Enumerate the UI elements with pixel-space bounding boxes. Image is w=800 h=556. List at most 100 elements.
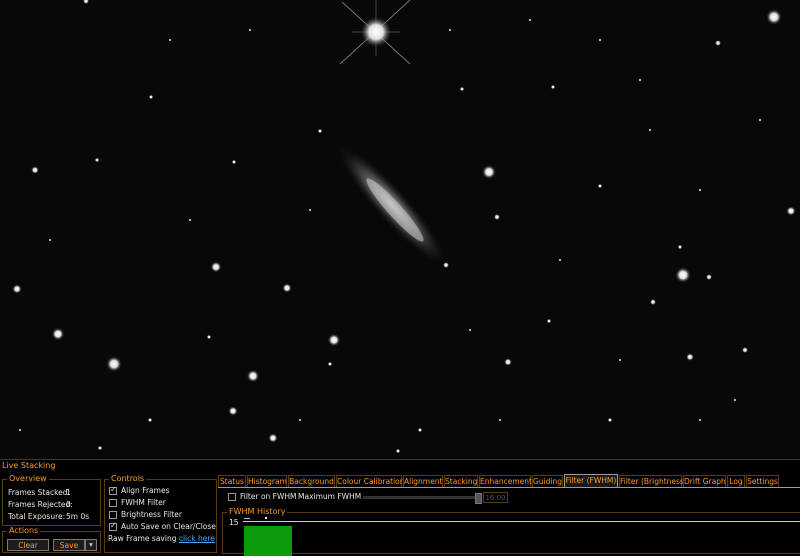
frames-stacked-label: Frames Stacked: (8, 488, 71, 497)
filter-on-fwhm-checkbox[interactable] (228, 493, 236, 501)
star (550, 84, 556, 90)
star (94, 157, 100, 163)
save-dropdown-button[interactable]: ▾ (85, 539, 97, 551)
actions-group: Actions Clear Save ▾ (2, 526, 101, 553)
star (147, 417, 153, 423)
star (686, 353, 694, 361)
star (308, 208, 312, 212)
align-frames-label: Align Frames (121, 486, 170, 495)
star (741, 346, 749, 354)
star (148, 94, 154, 100)
star (698, 418, 702, 422)
save-button[interactable]: Save (53, 539, 85, 551)
frames-rejected-value: 0 (66, 500, 71, 509)
star (675, 267, 691, 283)
star (12, 284, 22, 294)
star (786, 206, 796, 216)
star (758, 118, 762, 122)
star (395, 448, 401, 454)
star (607, 417, 613, 423)
star (248, 28, 252, 32)
star (31, 166, 39, 174)
star-field (12, 0, 796, 454)
frames-rejected-row: Frames Rejected: 0 (8, 500, 73, 509)
star (528, 18, 532, 22)
filter-on-fwhm-label: Filter on FWHM (240, 492, 297, 501)
frames-stacked-row: Frames Stacked: 1 (8, 488, 71, 497)
star (598, 38, 602, 42)
star (498, 418, 502, 422)
star (327, 333, 341, 347)
star (442, 261, 450, 269)
tab-stacking[interactable]: Stacking (444, 475, 478, 487)
tab-status[interactable]: Status (218, 475, 246, 487)
star (298, 418, 302, 422)
star (18, 428, 22, 432)
star (648, 128, 652, 132)
live-stacking-panel: Live Stacking Overview Frames Stacked: 1… (0, 459, 800, 556)
clear-button[interactable]: Clear (7, 539, 49, 551)
star (48, 238, 52, 242)
tab-alignment[interactable]: Alignment (403, 475, 443, 487)
tab-histogram[interactable]: Histogram (247, 475, 287, 487)
star (97, 445, 103, 451)
tab-background[interactable]: Background (288, 475, 335, 487)
chart-top-gridline (243, 521, 800, 522)
star (106, 356, 122, 372)
tab-enhancement[interactable]: Enhancement (479, 475, 532, 487)
overview-title: Overview (7, 474, 49, 483)
star (649, 298, 657, 306)
align-frames-checkbox[interactable] (109, 485, 117, 495)
tab-drift-graph[interactable]: Drift Graph (683, 475, 726, 487)
maximum-fwhm-value[interactable]: 16.00 (483, 492, 508, 503)
tab-colour-calibration[interactable]: Colour Calibration (336, 475, 405, 487)
star (558, 258, 562, 262)
star (417, 427, 423, 433)
fwhm-filter-tab-content: Filter on FWHM Maximum FWHM 16.00 FWHM H… (218, 487, 800, 556)
data-point (265, 517, 267, 519)
brightness-filter-checkbox[interactable] (109, 511, 117, 519)
star (206, 334, 212, 340)
star (210, 261, 222, 273)
star (638, 78, 642, 82)
star (268, 433, 278, 443)
tab-settings[interactable]: Settings (746, 475, 779, 487)
controls-title: Controls (109, 474, 147, 483)
star (82, 0, 90, 5)
raw-frame-link[interactable]: click here (179, 534, 215, 543)
tab-log[interactable]: Log (727, 475, 745, 487)
overview-group: Overview Frames Stacked: 1 Frames Reject… (2, 474, 101, 526)
brightness-filter-label: Brightness Filter (121, 510, 182, 519)
fwhm-filter-checkbox[interactable] (109, 499, 117, 507)
auto-save-checkbox[interactable] (109, 521, 117, 531)
maximum-fwhm-slider[interactable] (363, 493, 482, 504)
frames-stacked-value: 1 (66, 488, 71, 497)
y-axis-tick-label: 15 (229, 518, 239, 527)
star (282, 283, 292, 293)
raw-frame-row: Raw Frame saving click here (108, 534, 215, 543)
panel-title: Live Stacking (2, 461, 56, 470)
tab-filter-fwhm[interactable]: Filter (FWHM) (564, 474, 618, 488)
star (597, 183, 603, 189)
star (504, 358, 512, 366)
star (459, 86, 465, 92)
slider-thumb[interactable] (475, 493, 482, 504)
star (168, 38, 172, 42)
tab-filter-brightness[interactable]: Filter (Brightness) (619, 475, 687, 487)
total-exposure-value: 5m 0s (66, 512, 90, 521)
star (231, 159, 237, 165)
star (51, 327, 65, 341)
raw-frame-label: Raw Frame saving (108, 534, 177, 543)
star (677, 244, 683, 250)
star (228, 406, 238, 416)
star (698, 188, 702, 192)
star (481, 164, 497, 180)
star (493, 213, 501, 221)
live-stack-image[interactable] (0, 0, 800, 459)
tab-guiding[interactable]: Guiding (532, 475, 563, 487)
star (327, 361, 333, 367)
star (618, 358, 622, 362)
fwhm-filter-label: FWHM Filter (121, 498, 166, 507)
y-axis-tick (244, 518, 250, 519)
auto-save-label: Auto Save on Clear/Close (121, 522, 216, 531)
